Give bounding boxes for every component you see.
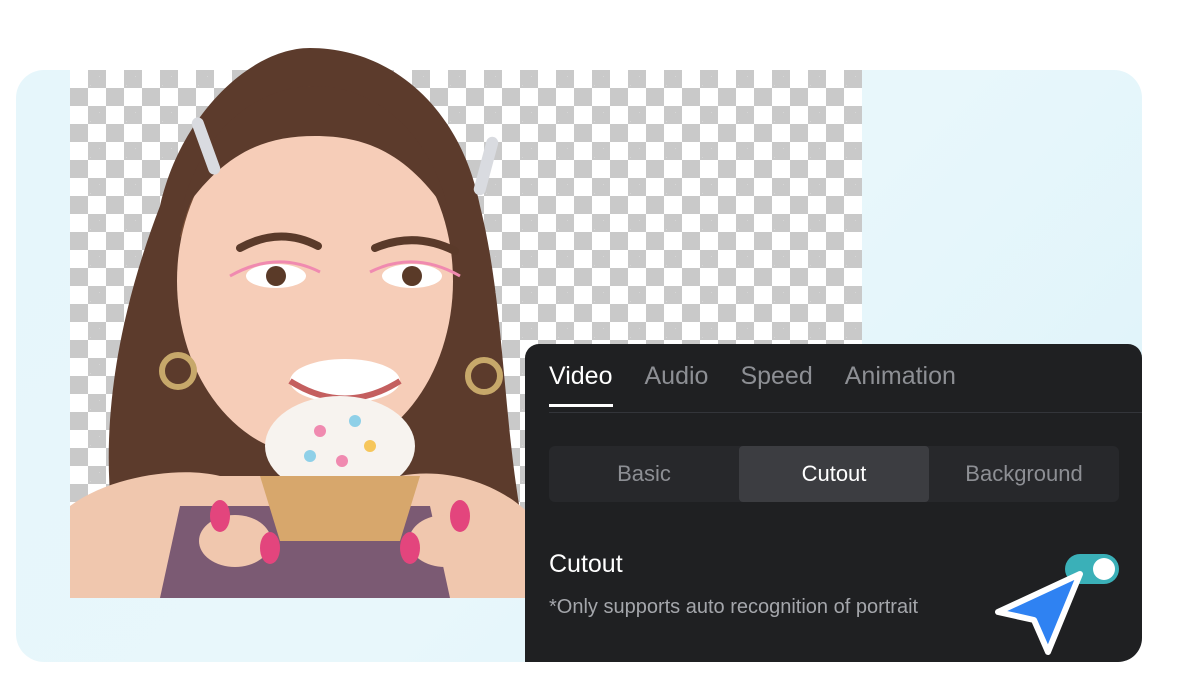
tab-video[interactable]: Video: [549, 362, 613, 407]
hair-clip-right: [473, 136, 499, 196]
tab-speed[interactable]: Speed: [740, 362, 812, 407]
toggle-knob: [1093, 558, 1115, 580]
cutout-option-note: *Only supports auto recognition of portr…: [549, 596, 919, 618]
mode-segmented-control: Basic Cutout Background: [549, 446, 1119, 502]
segment-background[interactable]: Background: [929, 446, 1119, 502]
portrait-cutout-image: [70, 48, 540, 598]
tab-animation[interactable]: Animation: [845, 362, 956, 407]
cursor-arrow-icon: [995, 571, 1083, 655]
cutout-option-title: Cutout: [549, 550, 623, 578]
tabs-divider: [549, 412, 1142, 413]
cupcake-cup: [260, 476, 420, 541]
segment-basic[interactable]: Basic: [549, 446, 739, 502]
segment-cutout[interactable]: Cutout: [739, 446, 929, 502]
tab-audio[interactable]: Audio: [645, 362, 709, 407]
tab-bar: Video Audio Speed Animation: [549, 362, 956, 407]
